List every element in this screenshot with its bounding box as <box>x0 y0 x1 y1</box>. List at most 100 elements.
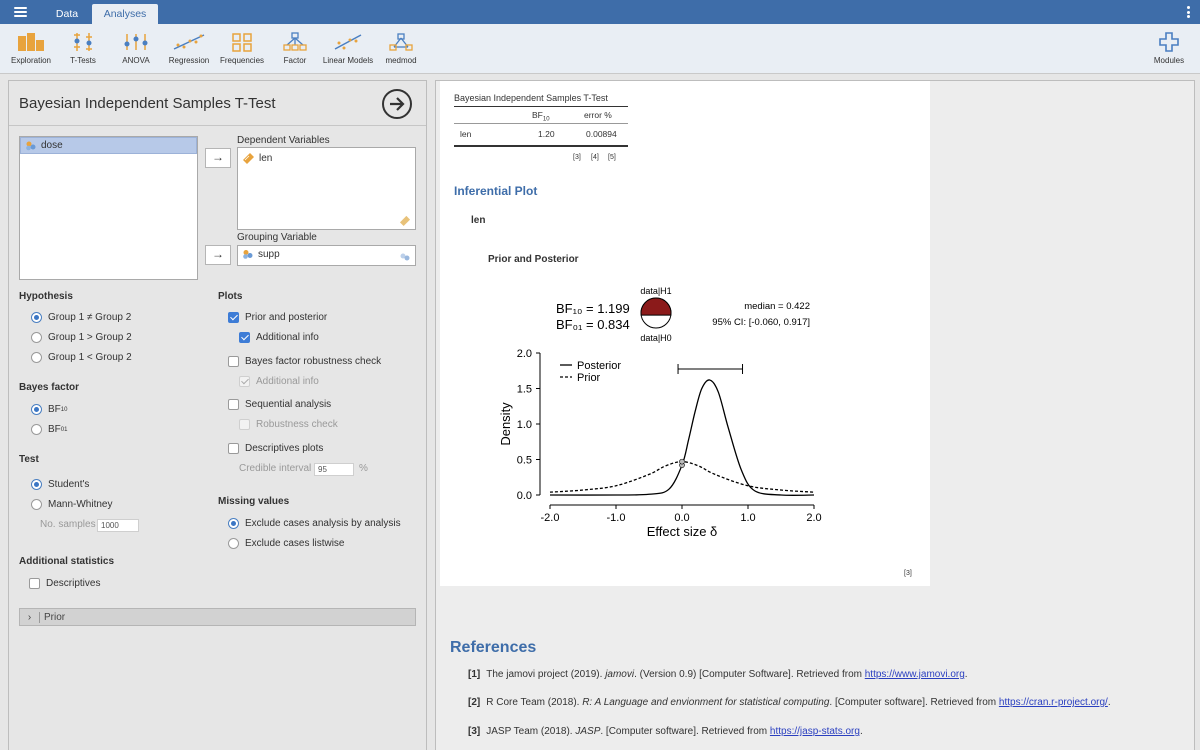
menu-icon[interactable] <box>14 7 27 17</box>
y-tick-label: 0.5 <box>517 455 532 467</box>
move-to-grouping-button[interactable]: → <box>205 245 231 265</box>
ribbon-regression-button[interactable]: Regression <box>168 32 210 65</box>
hypothesis-less-radio[interactable]: Group 1 < Group 2 <box>31 352 132 363</box>
run-analysis-button[interactable] <box>382 89 412 119</box>
ribbon-factor-button[interactable]: Factor <box>280 32 310 65</box>
exclude-analysis-radio[interactable]: Exclude cases analysis by analysis <box>228 518 401 529</box>
ribbon-exploration-button[interactable]: Exploration <box>10 32 52 65</box>
reference-link[interactable]: https://jasp-stats.org <box>770 726 860 737</box>
hypothesis-not-equal-radio[interactable]: Group 1 ≠ Group 2 <box>31 312 131 323</box>
ribbon-anova-button[interactable]: ANOVA <box>120 32 152 65</box>
students-radio[interactable]: Student's <box>31 479 89 490</box>
dependent-variables-box[interactable]: len <box>237 147 416 230</box>
legend-label: Posterior <box>577 360 621 372</box>
x-tick-label: 1.0 <box>740 512 755 524</box>
tab-data[interactable]: Data <box>42 4 92 24</box>
dependent-variable-item[interactable]: len <box>242 152 272 164</box>
plots-heading: Plots <box>218 291 243 302</box>
analysis-ribbon: Exploration T-Tests ANOVA Regression Fre… <box>0 24 1200 74</box>
y-tick-label: 2.0 <box>517 348 532 360</box>
plot-subtitle: Prior and Posterior <box>488 254 579 265</box>
nominal-variable-icon <box>26 141 36 150</box>
plus-icon <box>1159 32 1179 52</box>
results-panel: Bayesian Independent Samples T-Test BF10… <box>435 80 1195 750</box>
table-footnote: [4] <box>591 154 599 161</box>
nominal-variable-icon <box>243 250 253 259</box>
bf10-radio[interactable]: BF 10 <box>31 404 67 415</box>
variable-name: dose <box>41 140 63 151</box>
bayes-factor-heading: Bayes factor <box>19 382 80 393</box>
ribbon-linear-models-button[interactable]: Linear Models <box>322 32 374 65</box>
reference-link[interactable]: https://www.jamovi.org <box>865 669 965 680</box>
ribbon-frequencies-button[interactable]: Frequencies <box>220 32 264 65</box>
grouping-variable-item[interactable]: supp <box>242 249 280 260</box>
chart-legend: PosteriorPrior <box>560 360 621 384</box>
grouping-variable-name: supp <box>258 249 280 260</box>
divider <box>9 125 426 126</box>
reference-item: [1] The jamovi project (2019). jamovi. (V… <box>468 669 968 680</box>
dependent-variable-name: len <box>259 152 273 164</box>
frequencies-icon <box>232 33 252 52</box>
missing-values-heading: Missing values <box>218 496 290 507</box>
hypothesis-greater-radio[interactable]: Group 1 > Group 2 <box>31 332 132 343</box>
continuous-variable-icon <box>243 153 254 164</box>
robustness-checkbox[interactable]: Bayes factor robustness check <box>228 356 381 367</box>
table-rule <box>454 106 628 107</box>
t-tests-icon <box>74 33 92 51</box>
pie-h1-slice <box>640 297 672 316</box>
tab-analyses[interactable]: Analyses <box>92 4 158 24</box>
inferential-plot-title: Inferential Plot <box>454 184 538 198</box>
arrow-right-circle-icon <box>390 97 405 111</box>
table-header-bf: BF10 <box>532 110 550 123</box>
robustness-additional-info-checkbox[interactable]: Additional info <box>239 376 319 387</box>
variable-item-dose[interactable]: dose <box>20 137 197 154</box>
table-footnote: [5] <box>608 154 616 161</box>
descriptives-plots-checkbox[interactable]: Descriptives plots <box>228 443 323 454</box>
bf10-annotation: BF₁₀ = 1.199 <box>556 301 630 316</box>
x-tick-label: -2.0 <box>541 512 560 524</box>
exclude-listwise-radio[interactable]: Exclude cases listwise <box>228 538 344 549</box>
dependent-variables-label: Dependent Variables <box>237 135 330 146</box>
sequential-analysis-checkbox[interactable]: Sequential analysis <box>228 399 331 410</box>
legend-label: Prior <box>577 372 601 384</box>
table-rule <box>454 145 628 147</box>
hypothesis-heading: Hypothesis <box>19 291 73 302</box>
grouping-variable-box[interactable]: supp <box>237 245 416 266</box>
table-cell-bf: 1.20 <box>538 129 555 139</box>
factor-icon <box>283 32 307 51</box>
grouping-variable-label: Grouping Variable <box>237 232 317 243</box>
y-tick-label: 0.0 <box>517 490 532 502</box>
table-title: Bayesian Independent Samples T-Test <box>454 93 608 103</box>
ribbon-medmod-button[interactable]: medmod <box>384 32 418 65</box>
bf01-annotation: BF₀₁ = 0.834 <box>556 317 630 332</box>
plot-footnote: [3] <box>904 570 912 577</box>
prior-posterior-checkbox[interactable]: Prior and posterior <box>228 312 327 323</box>
sequential-robustness-checkbox[interactable]: Robustness check <box>239 419 338 430</box>
prior-section-toggle[interactable]: › Prior <box>19 608 416 626</box>
reference-link[interactable]: https://cran.r-project.org/ <box>999 697 1108 708</box>
chart-lines <box>549 379 815 496</box>
test-heading: Test <box>19 454 39 465</box>
mann-whitney-radio[interactable]: Mann-Whitney <box>31 499 112 510</box>
y-axis-label: Density <box>498 402 513 446</box>
top-bar: Data Analyses <box>0 0 1200 24</box>
additional-info-checkbox[interactable]: Additional info <box>239 332 319 343</box>
more-options-icon[interactable] <box>1187 6 1190 20</box>
analysis-title: Bayesian Independent Samples T-Test <box>19 95 276 112</box>
chart-axes: 0.0 0.5 1.0 1.5 2.0 -2.0 -1.0 0.0 1.0 2.0 Effect s… <box>498 348 822 539</box>
no-samples-input[interactable]: 1000 <box>97 519 139 532</box>
ribbon-t-tests-button[interactable]: T-Tests <box>66 32 100 65</box>
table-footnote: [3] <box>573 154 581 161</box>
move-to-dependent-button[interactable]: → <box>205 148 231 168</box>
descriptives-checkbox[interactable]: Descriptives <box>29 578 100 589</box>
modules-button[interactable]: Modules <box>1150 32 1188 65</box>
x-tick-label: 0.0 <box>674 512 689 524</box>
table-cell-variable: len <box>460 129 472 139</box>
pie-label-h1: data|H1 <box>640 286 671 296</box>
credible-interval-input[interactable]: 95 <box>314 463 354 476</box>
prior-posterior-chart: 0.0 0.5 1.0 1.5 2.0 -2.0 -1.0 0.0 1.0 2.0 Effect s… <box>498 286 822 539</box>
table-rule <box>454 123 628 124</box>
available-variables-list[interactable]: dose <box>19 136 198 280</box>
bf01-radio[interactable]: BF 01 <box>31 424 67 435</box>
x-axis-label: Effect size δ <box>647 524 718 539</box>
